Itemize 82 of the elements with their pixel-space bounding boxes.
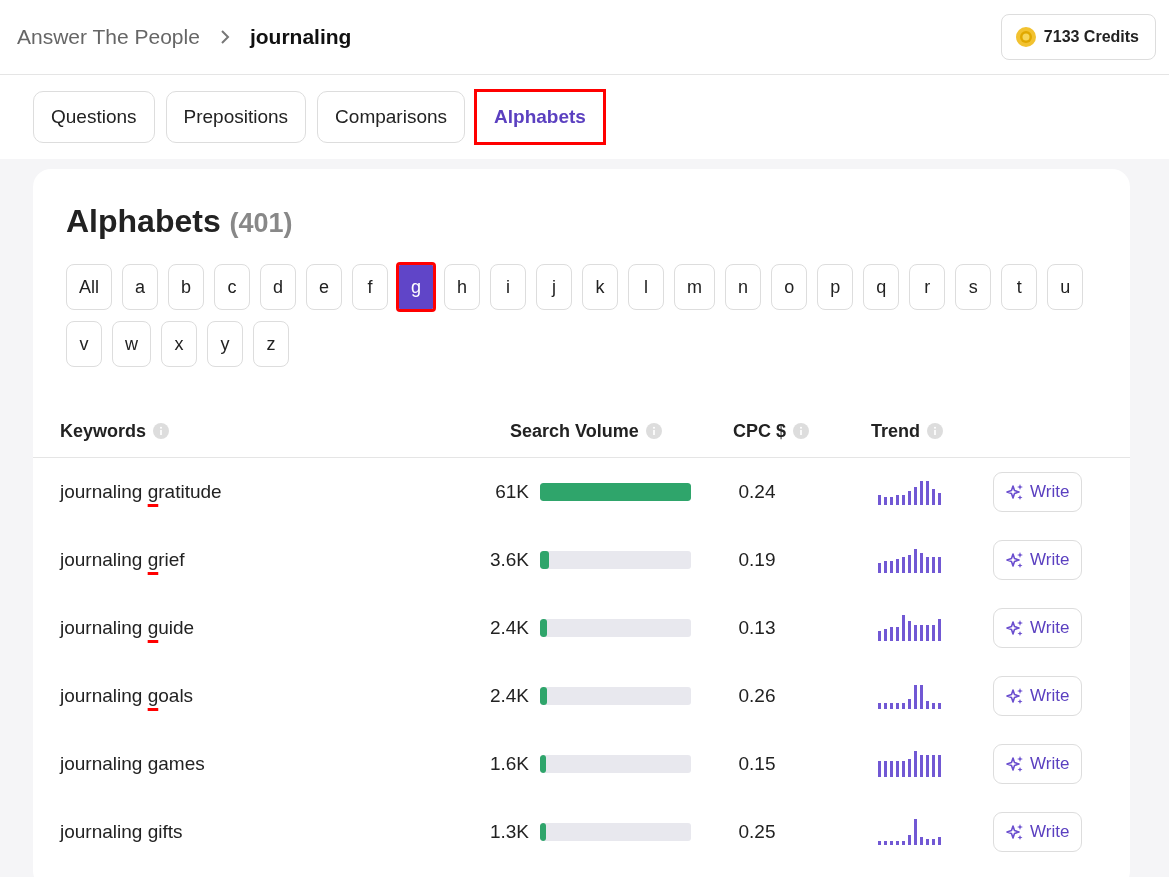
letter-filter[interactable]: a — [122, 264, 159, 310]
trend-sparkline — [878, 683, 944, 709]
write-button[interactable]: Write — [993, 812, 1083, 852]
trend-sparkline — [878, 479, 944, 505]
cpc-value: 0.24 — [738, 481, 776, 502]
letter-filter[interactable]: All — [66, 264, 112, 310]
letter-filter[interactable]: v — [66, 321, 102, 367]
cpc-value: 0.13 — [738, 617, 776, 638]
letter-filter[interactable]: u — [1047, 264, 1084, 310]
sparkle-icon — [1006, 483, 1024, 501]
letter-filter[interactable]: w — [112, 321, 151, 367]
letter-filter[interactable]: g — [398, 264, 435, 310]
cpc-value: 0.25 — [738, 821, 776, 842]
letter-filter[interactable]: f — [352, 264, 389, 310]
search-volume: 1.3K — [489, 821, 529, 843]
sparkle-icon — [1006, 823, 1024, 841]
write-button[interactable]: Write — [993, 608, 1083, 648]
letter-filter[interactable]: s — [955, 264, 992, 310]
section-title: Alphabets — [66, 203, 221, 239]
letter-filter[interactable]: n — [725, 264, 762, 310]
search-volume: 2.4K — [489, 685, 529, 707]
letter-filter[interactable]: z — [253, 321, 289, 367]
keyword-text: journaling games — [60, 753, 205, 776]
write-button[interactable]: Write — [993, 676, 1083, 716]
cpc-value: 0.26 — [738, 685, 776, 706]
letter-filter[interactable]: k — [582, 264, 619, 310]
column-header: Keywords — [60, 420, 147, 442]
letter-filter[interactable]: x — [161, 321, 197, 367]
letter-filter[interactable]: o — [771, 264, 808, 310]
breadcrumb-current: journaling — [249, 25, 352, 49]
info-icon[interactable] — [645, 423, 662, 439]
cpc-value: 0.19 — [738, 549, 776, 570]
info-icon[interactable] — [793, 423, 809, 439]
trend-sparkline — [878, 615, 944, 641]
sparkle-icon — [1006, 619, 1024, 637]
sparkle-icon — [1006, 687, 1024, 705]
letter-filter[interactable]: y — [207, 321, 243, 367]
breadcrumb-link[interactable]: Answer The People — [17, 25, 200, 49]
coin-icon — [1015, 27, 1036, 47]
chevron-right-icon — [219, 29, 230, 45]
letter-filter[interactable]: p — [817, 264, 854, 310]
write-button[interactable]: Write — [993, 744, 1083, 784]
letter-filter[interactable]: r — [909, 264, 946, 310]
column-header: CPC $ — [733, 420, 786, 442]
letter-filter[interactable]: c — [214, 264, 251, 310]
search-volume: 2.4K — [489, 617, 529, 639]
letter-filter[interactable]: j — [536, 264, 573, 310]
trend-sparkline — [878, 819, 944, 845]
search-volume: 3.6K — [489, 549, 529, 571]
keyword-text: journaling gifts — [60, 821, 183, 844]
letter-filter[interactable]: i — [490, 264, 527, 310]
tab[interactable]: Questions — [33, 91, 155, 143]
tab[interactable]: Alphabets — [476, 91, 604, 143]
result-count: (401) — [229, 208, 293, 238]
info-icon[interactable] — [927, 423, 943, 439]
tab[interactable]: Prepositions — [165, 91, 307, 143]
search-volume: 1.6K — [489, 753, 529, 775]
letter-filter[interactable]: m — [674, 264, 716, 310]
letter-filter[interactable]: d — [260, 264, 297, 310]
letter-filter[interactable]: h — [444, 264, 481, 310]
tab[interactable]: Comparisons — [317, 91, 466, 143]
write-button[interactable]: Write — [993, 540, 1083, 580]
keyword-text: journaling grief — [60, 549, 185, 572]
search-volume: 61K — [495, 481, 529, 503]
column-header: Search Volume — [510, 420, 639, 442]
keyword-text: journaling gratitude — [60, 481, 222, 504]
trend-sparkline — [878, 547, 944, 573]
sparkle-icon — [1006, 551, 1024, 569]
keyword-text: journaling goals — [60, 685, 194, 708]
letter-filter[interactable]: l — [628, 264, 665, 310]
letter-filter[interactable]: t — [1001, 264, 1038, 310]
letter-filter[interactable]: b — [168, 264, 205, 310]
letter-filter[interactable]: q — [863, 264, 900, 310]
keyword-text: journaling guide — [60, 617, 195, 640]
letter-filter[interactable]: e — [306, 264, 343, 310]
write-button[interactable]: Write — [993, 472, 1083, 512]
sparkle-icon — [1006, 755, 1024, 773]
cpc-value: 0.15 — [738, 753, 776, 774]
column-header: Trend — [871, 420, 920, 442]
trend-sparkline — [878, 751, 944, 777]
info-icon[interactable] — [153, 423, 170, 439]
credits-button[interactable]: 7133 Credits — [1000, 14, 1156, 60]
